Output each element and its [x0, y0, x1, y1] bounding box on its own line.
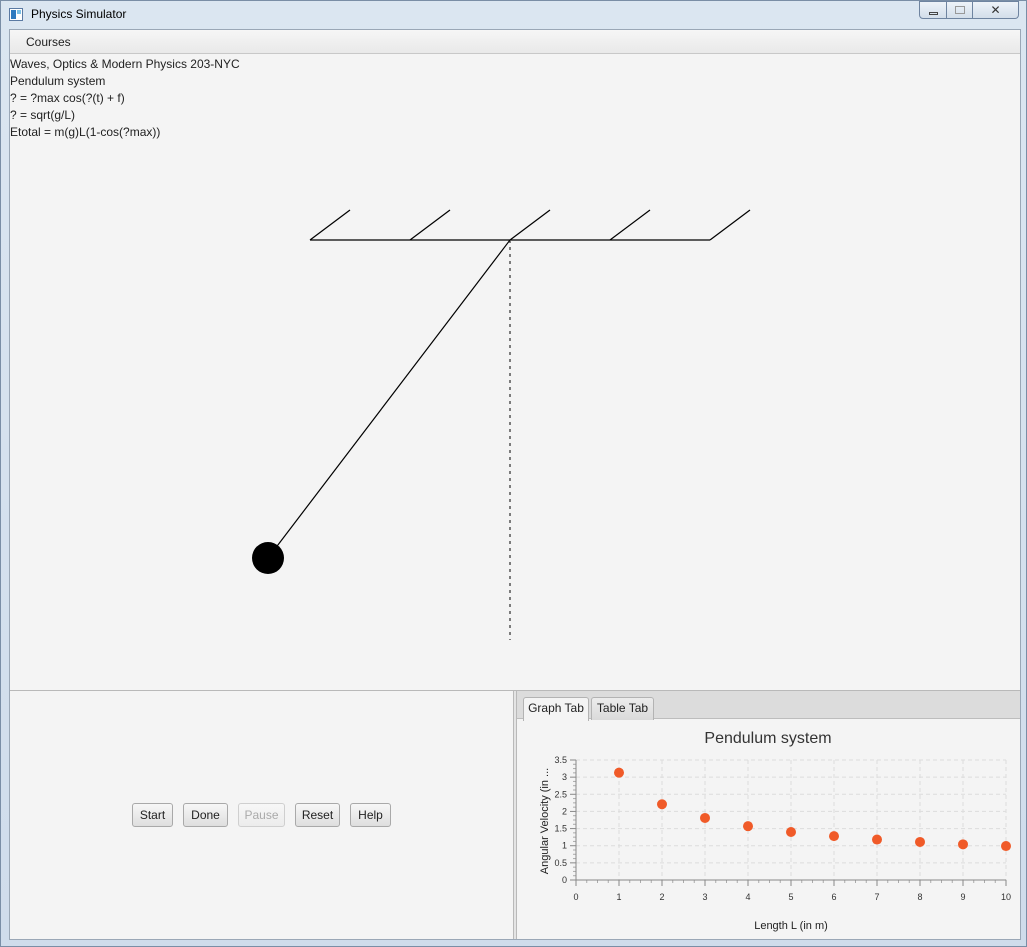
y-axis-label: Angular Velocity (in ...	[539, 768, 551, 874]
close-button[interactable]: ✕	[972, 1, 1019, 19]
x-tick-label: 3	[702, 892, 707, 902]
y-tick-label: 0	[562, 875, 567, 885]
x-tick-label: 5	[788, 892, 793, 902]
x-tick-label: 6	[831, 892, 836, 902]
app-icon	[9, 8, 23, 21]
y-tick-label: 2.5	[554, 789, 567, 799]
pendulum-bob[interactable]	[252, 542, 284, 574]
simulation-canvas	[252, 209, 751, 640]
data-point	[958, 839, 968, 850]
data-point	[915, 836, 925, 847]
x-tick-label: 4	[745, 892, 750, 902]
y-tick-label: 3	[562, 772, 567, 782]
controls-pane: Start Done Pause Reset Help	[10, 691, 513, 939]
pause-button[interactable]: Pause	[238, 803, 285, 827]
tab-graph[interactable]: Graph Tab	[523, 697, 589, 721]
minimize-icon	[928, 11, 938, 15]
chart-grid	[575, 759, 1007, 881]
data-point	[700, 812, 710, 823]
ceiling-hatch	[509, 209, 551, 241]
maximize-icon	[954, 6, 965, 14]
reset-button[interactable]: Reset	[295, 803, 340, 827]
chart-title: Pendulum system	[704, 730, 831, 747]
data-point	[829, 831, 839, 842]
ceiling-support	[309, 209, 751, 241]
x-tick-label: 8	[917, 892, 922, 902]
tab-header: Graph Tab Table Tab	[517, 691, 1020, 721]
window-title: Physics Simulator	[31, 7, 127, 21]
start-button[interactable]: Start	[132, 803, 173, 827]
y-tick-label: 1.5	[554, 824, 567, 834]
close-icon: ✕	[990, 3, 1001, 17]
y-tick-label: 2	[562, 806, 567, 816]
x-tick-label: 0	[573, 892, 578, 902]
x-tick-label: 9	[960, 892, 965, 902]
y-tick-label: 0.5	[554, 858, 567, 868]
x-tick-label: 2	[659, 892, 664, 902]
data-point	[614, 767, 624, 778]
y-tick-label: 1	[562, 841, 567, 851]
done-button[interactable]: Done	[183, 803, 228, 827]
minimize-button[interactable]	[919, 1, 947, 19]
help-button[interactable]: Help	[350, 803, 391, 827]
pendulum-string	[267, 239, 511, 559]
tabs-pane: Graph Tab Table Tab Pendulum system 0 1 2 3…	[517, 691, 1020, 939]
x-axis-label: Length L (in m)	[754, 920, 828, 932]
ceiling-hatch	[709, 209, 751, 241]
x-tick-label: 10	[1001, 892, 1011, 902]
title-bar[interactable]: Physics Simulator ✕	[1, 1, 1026, 29]
chart-points	[614, 767, 1011, 852]
data-point	[743, 821, 753, 832]
y-tick-label: 3.5	[554, 755, 567, 765]
ceiling-hatch	[609, 209, 651, 241]
ceiling-hatch	[409, 209, 451, 241]
app-window: Physics Simulator ✕ Courses Waves, Optic…	[0, 0, 1027, 947]
tab-table[interactable]: Table Tab	[591, 697, 654, 720]
data-point	[872, 834, 882, 845]
data-point	[657, 799, 667, 810]
data-point	[1001, 841, 1011, 852]
maximize-button[interactable]	[946, 1, 973, 19]
pendulum-chart: Pendulum system 0 1 2 3 4 5 6 7 8 9 10 0 0.5 1 1.5 2 2.5…	[539, 730, 1011, 932]
data-point	[786, 827, 796, 837]
client-area: Courses Waves, Optics & Modern Physics 2…	[9, 29, 1021, 940]
ceiling-hatch	[309, 209, 351, 241]
x-tick-label: 1	[616, 892, 621, 902]
x-tick-label: 7	[874, 892, 879, 902]
